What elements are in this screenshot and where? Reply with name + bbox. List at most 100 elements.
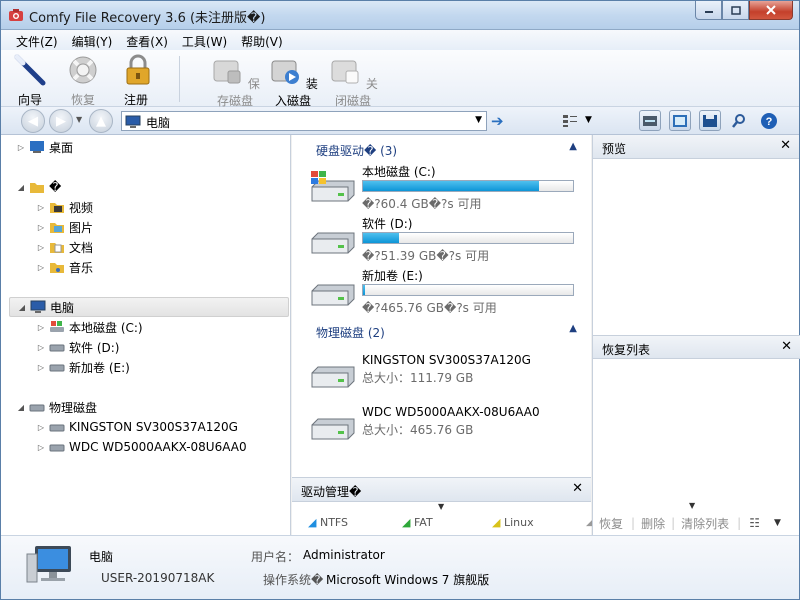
physical-disk-item-2[interactable]: WDC WD5000AAKX-08U6AA0 总大小：465.76 GB	[306, 401, 586, 451]
close-button[interactable]	[749, 1, 793, 20]
drive-manager-panel: 驱动管理� ✕ ▼ ◢ NTFS ◢ FAT ◢ Linux ◢	[292, 477, 593, 535]
toggle-recovery-list-button[interactable]	[699, 110, 721, 131]
floppy-icon	[703, 114, 717, 127]
recovery-delete-button[interactable]: 删除	[641, 515, 665, 532]
expand-arrow-icon[interactable]: ▷	[15, 143, 27, 152]
tree-item-disk2[interactable]: ▷ WDC WD5000AAKX-08U6AA0	[35, 437, 247, 457]
minimize-button[interactable]	[695, 1, 722, 20]
collapse-caret-icon[interactable]: ▲	[569, 141, 577, 152]
drive-name: 本地磁盘 (C:)	[362, 165, 436, 179]
drive-item-c[interactable]: 本地磁盘 (C:) �?60.4 GB�?s 可用	[306, 163, 586, 213]
tree-item-pictures[interactable]: ▷ 图片	[35, 217, 93, 237]
tree-item-desktop[interactable]: ▷ 桌面	[15, 137, 73, 157]
drive-list-panel: 硬盘驱动� (3) ▲ 本地磁盘 (C:) �?60.4 GB�?s 可用 软件…	[292, 135, 591, 477]
address-dropdown-icon[interactable]: ▼	[475, 115, 482, 125]
disk-size: 总大小：465.76 GB	[362, 423, 474, 437]
tree-item-user-folder[interactable]: ◢ �	[15, 177, 61, 197]
options-dropdown-icon[interactable]: ▼	[774, 518, 781, 528]
tree-item-documents[interactable]: ▷ 文档	[35, 237, 93, 257]
drive-item-d[interactable]: 软件 (D:) �?51.39 GB�?s 可用	[306, 215, 586, 265]
expand-arrow-icon[interactable]: ▷	[35, 243, 47, 252]
help-button[interactable]: ?	[758, 110, 780, 131]
view-list-icon	[563, 114, 577, 127]
view-mode-button[interactable]	[559, 110, 581, 131]
right-panel: 预览 ✕ 恢复列表 ✕ 恢复 | 删除 | 清除列表 | ☷ ▼ ▼	[592, 135, 800, 535]
drive-item-e[interactable]: 新加卷 (E:) �?465.76 GB�?s 可用	[306, 267, 586, 317]
back-button[interactable]: ◀	[21, 109, 45, 133]
tree-item-drive-c[interactable]: ▷ 本地磁盘 (C:)	[35, 317, 143, 337]
drive-name: 新加卷 (E:)	[362, 269, 423, 283]
menu-file[interactable]: 文件(Z)	[9, 30, 65, 50]
tree-item-disk1[interactable]: ▷ KINGSTON SV300S37A120G	[35, 417, 238, 437]
search-button[interactable]	[728, 110, 750, 131]
documents-folder-icon	[50, 243, 64, 253]
history-dropdown-icon[interactable]: ▼	[76, 115, 82, 124]
expand-arrow-icon[interactable]: ▷	[35, 423, 47, 432]
tree-item-computer[interactable]: ◢ 电脑	[9, 297, 289, 317]
expand-arrow-icon[interactable]: ▷	[35, 343, 47, 352]
tree-item-drive-e[interactable]: ▷ 新加卷 (E:)	[35, 357, 130, 377]
toggle-preview-button[interactable]	[669, 110, 691, 131]
scroll-down-icon[interactable]: ▼	[689, 501, 695, 510]
menu-bar: 文件(Z) 编辑(Y) 查看(X) 工具(W) 帮助(V)	[1, 30, 799, 50]
menu-view[interactable]: 查看(X)	[119, 30, 175, 50]
toggle-drive-manager-button[interactable]	[639, 110, 661, 131]
scroll-down-icon[interactable]: ▼	[438, 502, 444, 511]
linux-icon: ◢	[492, 516, 501, 529]
disk-size: 总大小：111.79 GB	[362, 371, 474, 385]
close-icon[interactable]: ✕	[781, 339, 792, 354]
menu-tools[interactable]: 工具(W)	[175, 30, 234, 50]
collapse-caret-icon[interactable]: ▲	[569, 323, 577, 334]
forward-button[interactable]: ▶	[49, 109, 73, 133]
save-disk-icon	[213, 60, 241, 84]
save-disk-button[interactable]: 保存磁盘	[209, 53, 261, 109]
wizard-button[interactable]: 向导	[13, 53, 47, 108]
up-arrow-icon: ▲	[96, 113, 106, 129]
maximize-button[interactable]	[722, 1, 749, 20]
address-value: 电脑	[146, 116, 171, 130]
menu-help[interactable]: 帮助(V)	[234, 30, 290, 50]
register-button[interactable]: 注册	[121, 53, 151, 108]
tree-item-music[interactable]: ▷ 音乐	[35, 257, 93, 277]
status-os-label: 操作系统�	[263, 573, 324, 587]
tree-item-videos[interactable]: ▷ 视频	[35, 197, 93, 217]
tree-item-drive-d[interactable]: ▷ 软件 (D:)	[35, 337, 120, 357]
drive-usage-fill	[363, 285, 366, 295]
search-icon	[732, 113, 745, 128]
close-icon[interactable]: ✕	[780, 138, 791, 153]
list-options-icon[interactable]: ☷	[749, 516, 760, 530]
expand-arrow-icon[interactable]: ▷	[35, 363, 47, 372]
physical-group-header[interactable]: 物理磁盘 (2) ▲	[300, 322, 585, 340]
expand-arrow-icon[interactable]: ▷	[35, 263, 47, 272]
recovery-clear-button[interactable]: 清除列表	[681, 515, 729, 532]
collapse-arrow-icon[interactable]: ◢	[15, 403, 27, 412]
expand-arrow-icon[interactable]: ▷	[35, 323, 47, 332]
collapse-arrow-icon[interactable]: ◢	[15, 183, 27, 192]
go-arrow-icon[interactable]: ➔	[491, 112, 504, 130]
close-icon	[766, 5, 776, 15]
disk-name: KINGSTON SV300S37A120G	[362, 353, 531, 367]
folder-tree: ▷ 桌面 ◢ � ▷ 视频 ▷ 图片 ▷ 文档 ▷ 音乐 ◢ 电脑 ▷ 本地磁盘…	[1, 135, 291, 535]
restore-button[interactable]: 恢复	[65, 53, 101, 108]
close-disk-button[interactable]: 关闭磁盘	[327, 53, 379, 109]
physical-disk-item-1[interactable]: KINGSTON SV300S37A120G 总大小：111.79 GB	[306, 349, 586, 399]
tree-item-physical[interactable]: ◢ 物理磁盘	[15, 397, 97, 417]
address-input[interactable]: 电脑 ▼	[121, 111, 487, 131]
close-icon[interactable]: ✕	[572, 481, 583, 496]
expand-arrow-icon[interactable]: ▷	[35, 443, 47, 452]
lock-icon	[126, 54, 150, 85]
menu-edit[interactable]: 编辑(Y)	[65, 30, 120, 50]
drives-group-header[interactable]: 硬盘驱动� (3) ▲	[300, 140, 585, 158]
window-title: Comfy File Recovery 3.6 (未注册版�)	[29, 11, 266, 26]
expand-arrow-icon[interactable]: ▷	[35, 223, 47, 232]
load-disk-button[interactable]: 装入磁盘	[267, 53, 319, 109]
recovery-restore-button[interactable]: 恢复	[599, 515, 623, 532]
view-dropdown-icon[interactable]: ▼	[585, 115, 592, 125]
status-bar: 电脑 USER-20190718AK 用户名： Administrator 操作…	[1, 535, 799, 599]
status-machine-name: USER-20190718AK	[101, 571, 215, 585]
maximize-icon	[730, 5, 741, 15]
svg-text:?: ?	[766, 116, 773, 128]
collapse-arrow-icon[interactable]: ◢	[16, 303, 28, 312]
expand-arrow-icon[interactable]: ▷	[35, 203, 47, 212]
up-button[interactable]: ▲	[89, 109, 113, 133]
